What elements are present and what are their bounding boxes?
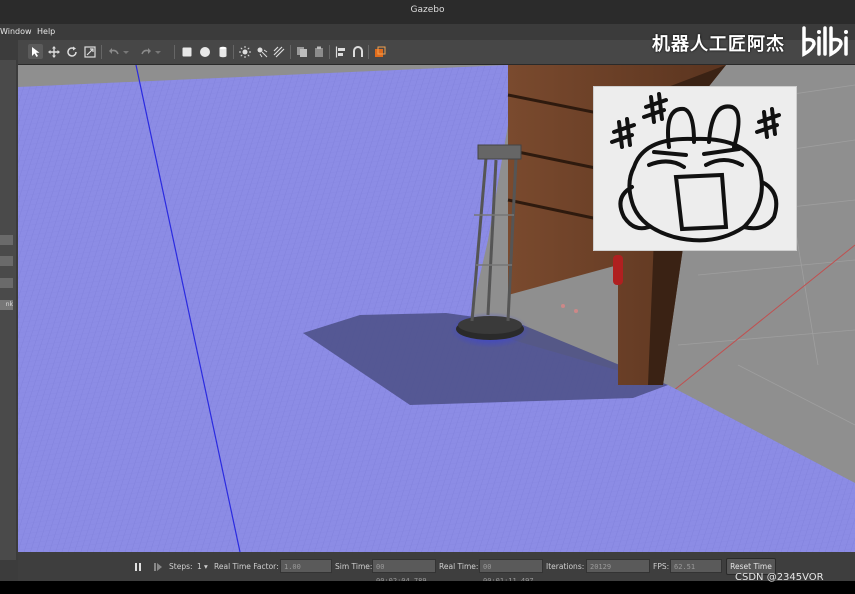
meme-sticker-image [593,86,797,251]
toolbar-separator [329,45,330,59]
fps-label: FPS: [653,562,670,571]
scale-mode-icon[interactable] [82,44,97,59]
bottom-strip [0,581,855,594]
chevron-down-icon[interactable] [154,44,162,59]
panel-tab[interactable] [0,235,13,245]
snap-icon[interactable] [350,44,365,59]
real-time-label: Real Time: [439,562,479,571]
panel-tab[interactable] [0,278,13,288]
real-time-factor-label: Real Time Factor: [214,562,279,571]
menu-help[interactable]: Help [37,27,55,36]
toolbar-separator [101,45,102,59]
status-bar: Steps: 1 ▾ Real Time Factor: 1.00 Sim Ti… [18,552,855,585]
spot-light-icon[interactable] [254,44,269,59]
sphere-shape-icon[interactable] [197,44,212,59]
window-titlebar: Gazebo [0,0,855,24]
panel-content [0,60,16,560]
real-time-factor-field: 1.00 [280,559,332,573]
left-side-panel[interactable]: nk [0,40,19,581]
box-shape-icon[interactable] [179,44,194,59]
toolbar-separator [233,45,234,59]
fps-field: 62.51 [670,559,722,573]
select-mode-icon[interactable] [28,44,43,59]
pause-icon[interactable] [130,559,145,574]
toolbar-separator [290,45,291,59]
redo-icon[interactable] [138,44,153,59]
copy-icon[interactable] [294,44,309,59]
steps-value[interactable]: 1 [197,562,202,571]
fire-extinguisher [613,255,623,285]
point-light-icon[interactable] [237,44,252,59]
rotate-mode-icon[interactable] [64,44,79,59]
csdn-credit: CSDN @2345VOR [735,572,824,583]
real-time-field: 00 00:01:11.497 [479,559,543,585]
chevron-down-icon[interactable] [122,44,130,59]
channel-watermark: 机器人工匠阿杰 [652,34,785,55]
cylinder-shape-icon[interactable] [215,44,230,59]
step-icon[interactable] [150,559,165,574]
window-title: Gazebo [410,5,445,15]
sim-time-label: Sim Time: [335,562,373,571]
align-icon[interactable] [333,44,348,59]
translate-mode-icon[interactable] [46,44,61,59]
undo-icon[interactable] [106,44,121,59]
directional-light-icon[interactable] [271,44,286,59]
steps-label: Steps: [169,562,193,571]
menu-window[interactable]: Window [0,27,32,36]
toolbar-separator [174,45,175,59]
bilibili-logo [800,24,855,68]
iterations-field: 20129 [586,559,650,573]
panel-tab[interactable] [0,256,13,266]
sim-time-field: 00 00:02:04.789 [372,559,436,585]
chevron-down-icon[interactable]: ▾ [204,562,208,571]
iterations-label: Iterations: [546,562,585,571]
toolbar-separator [368,45,369,59]
panel-tab-label[interactable]: nk [0,300,13,310]
change-view-icon[interactable] [372,44,387,59]
paste-icon[interactable] [311,44,326,59]
